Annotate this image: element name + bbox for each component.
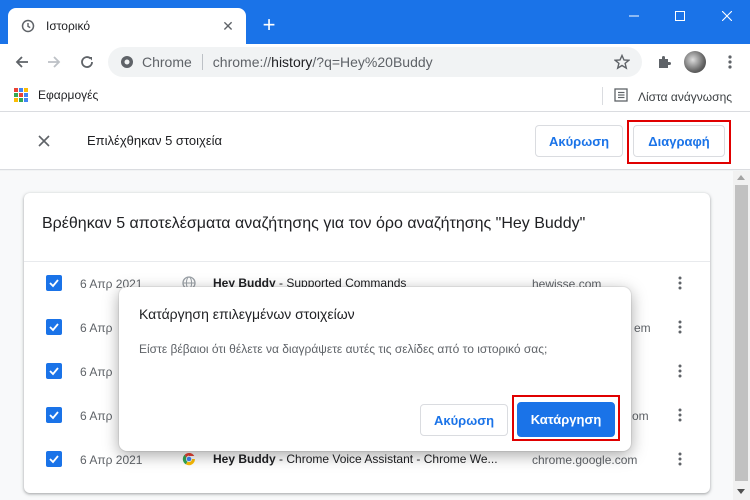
- reading-list-icon: [614, 88, 628, 105]
- scroll-down-arrow-icon[interactable]: [737, 489, 745, 494]
- row-checkbox[interactable]: [46, 275, 62, 291]
- selected-count-text: Επιλέχθηκαν 5 στοιχεία: [87, 133, 223, 148]
- row-domain: em: [634, 321, 651, 335]
- scroll-thumb[interactable]: [735, 185, 748, 481]
- row-date: 6 Απρ: [80, 321, 113, 335]
- dialog-confirm-button[interactable]: Κατάργηση: [517, 402, 615, 437]
- extensions-puzzle-icon[interactable]: [652, 50, 676, 74]
- dialog-title: Κατάργηση επιλεγμένων στοιχείων: [139, 306, 355, 322]
- close-tab-icon[interactable]: ✕: [220, 18, 236, 34]
- row-more-icon[interactable]: [670, 405, 690, 425]
- row-checkbox[interactable]: [46, 407, 62, 423]
- row-more-icon[interactable]: [670, 361, 690, 381]
- reading-list-label: Λίστα ανάγνωσης: [638, 89, 733, 104]
- cancel-selection-button[interactable]: Ακύρωση: [535, 125, 623, 157]
- profile-avatar[interactable]: [684, 51, 706, 73]
- bookmark-star-icon[interactable]: [613, 53, 631, 73]
- delete-button[interactable]: Διαγραφή: [633, 125, 725, 157]
- row-more-icon[interactable]: [670, 317, 690, 337]
- back-arrow-icon[interactable]: [10, 50, 34, 74]
- row-checkbox[interactable]: [46, 319, 62, 335]
- apps-grid-icon: [14, 88, 28, 102]
- selection-toolbar: Επιλέχθηκαν 5 στοιχεία Ακύρωση Διαγραφή: [0, 112, 750, 170]
- site-label: Chrome: [142, 54, 192, 70]
- close-window-button[interactable]: [704, 0, 750, 32]
- new-tab-button[interactable]: +: [258, 14, 280, 36]
- row-checkbox[interactable]: [46, 451, 62, 467]
- vertical-scrollbar[interactable]: [733, 171, 750, 500]
- results-heading: Βρέθηκαν 5 αποτελέσματα αναζήτησης για τ…: [42, 215, 586, 232]
- row-date: 6 Απρ: [80, 365, 113, 379]
- tab-title: Ιστορικό: [46, 19, 91, 33]
- minimize-button[interactable]: [611, 0, 657, 32]
- bookmarks-bar: Εφαρμογές Λίστα ανάγνωσης: [0, 80, 750, 112]
- row-domain: om: [632, 409, 649, 423]
- forward-arrow-icon[interactable]: [42, 50, 66, 74]
- row-domain: chrome.google.com: [532, 453, 638, 467]
- browser-toolbar: Chrome chrome://history/?q=Hey%20Buddy: [0, 44, 750, 80]
- clear-selection-icon[interactable]: [34, 131, 54, 151]
- tab-history[interactable]: Ιστορικό ✕: [8, 8, 246, 44]
- address-bar[interactable]: Chrome chrome://history/?q=Hey%20Buddy: [108, 47, 642, 77]
- chrome-site-icon: [120, 55, 134, 69]
- dialog-body: Είστε βέβαιοι ότι θέλετε να διαγράψετε α…: [139, 342, 548, 356]
- apps-shortcut[interactable]: Εφαρμογές: [14, 88, 98, 102]
- row-date: 6 Απρ: [80, 409, 113, 423]
- row-checkbox[interactable]: [46, 363, 62, 379]
- browser-menu-icon[interactable]: [718, 50, 742, 74]
- row-title[interactable]: Hey Buddy - Chrome Voice Assistant - Chr…: [213, 452, 513, 466]
- history-icon: [20, 18, 36, 34]
- reading-list-button[interactable]: Λίστα ανάγνωσης: [614, 88, 732, 105]
- maximize-button[interactable]: [657, 0, 703, 32]
- scroll-up-arrow-icon[interactable]: [737, 175, 745, 180]
- row-more-icon[interactable]: [670, 273, 690, 293]
- remove-items-dialog: Κατάργηση επιλεγμένων στοιχείων Είστε βέ…: [119, 287, 631, 451]
- chrome-icon: [182, 452, 196, 466]
- url-text: chrome://history/?q=Hey%20Buddy: [212, 54, 433, 70]
- bookmarks-separator: [602, 87, 603, 105]
- dialog-cancel-button[interactable]: Ακύρωση: [420, 404, 508, 436]
- reload-icon[interactable]: [75, 50, 99, 74]
- row-more-icon[interactable]: [670, 449, 690, 469]
- title-bar: Ιστορικό ✕ +: [0, 0, 750, 44]
- row-date: 6 Απρ 2021: [80, 453, 143, 467]
- address-separator: [201, 54, 203, 70]
- apps-label: Εφαρμογές: [38, 88, 99, 102]
